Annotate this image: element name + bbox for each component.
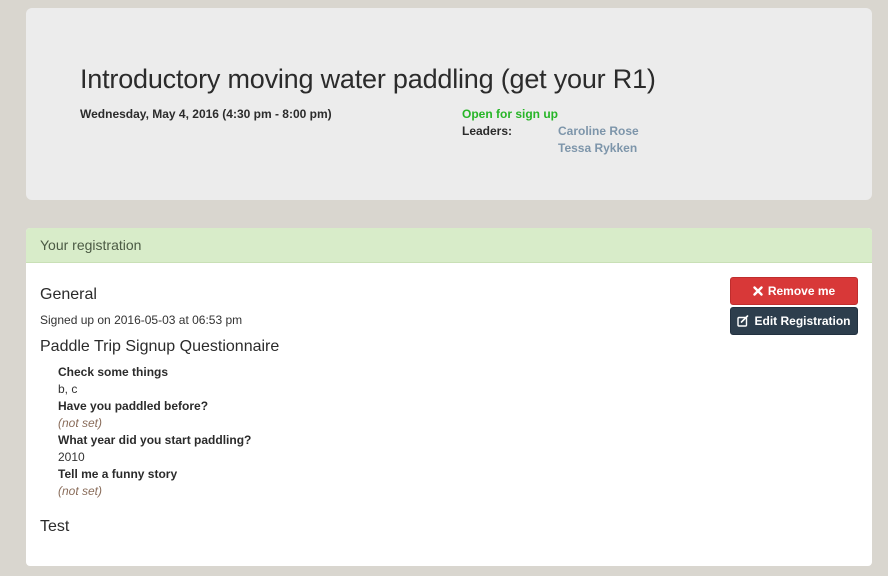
event-date: Wednesday, May 4, 2016 (4:30 pm - 8:00 p…	[80, 107, 332, 121]
registration-panel: Your registration General Signed up on 2…	[26, 228, 872, 566]
signup-status: Open for sign up	[462, 107, 558, 121]
edit-icon	[737, 315, 749, 327]
event-header: Introductory moving water paddling (get …	[26, 8, 872, 200]
edit-registration-label: Edit Registration	[754, 314, 851, 328]
answer-value: (not set)	[58, 484, 103, 498]
general-section-title: General	[40, 286, 97, 303]
test-section-title: Test	[40, 518, 70, 535]
question-label: Check some things	[58, 365, 169, 379]
edit-registration-button[interactable]: Edit Registration	[730, 307, 858, 335]
leaders-label: Leaders:	[462, 124, 513, 138]
question-label: Tell me a funny story	[58, 467, 178, 481]
registration-heading: Your registration	[26, 228, 872, 263]
leader-link[interactable]: Caroline Rose	[558, 124, 639, 138]
answer-value: 2010	[58, 450, 85, 464]
answer-value: b, c	[58, 382, 78, 396]
question-label: Have you paddled before?	[58, 399, 209, 413]
remove-me-button[interactable]: Remove me	[730, 277, 858, 305]
remove-me-label: Remove me	[767, 284, 836, 298]
answer-value: (not set)	[58, 416, 103, 430]
event-title: Introductory moving water paddling (get …	[80, 64, 656, 94]
close-icon	[753, 286, 763, 296]
questionnaire-title: Paddle Trip Signup Questionnaire	[40, 338, 280, 355]
signed-up-timestamp: Signed up on 2016-05-03 at 06:53 pm	[40, 313, 243, 327]
leader-link[interactable]: Tessa Rykken	[558, 141, 637, 155]
questionnaire-answers: Check some things b, c Have you paddled …	[58, 364, 251, 500]
question-label: What year did you start paddling?	[58, 433, 252, 447]
